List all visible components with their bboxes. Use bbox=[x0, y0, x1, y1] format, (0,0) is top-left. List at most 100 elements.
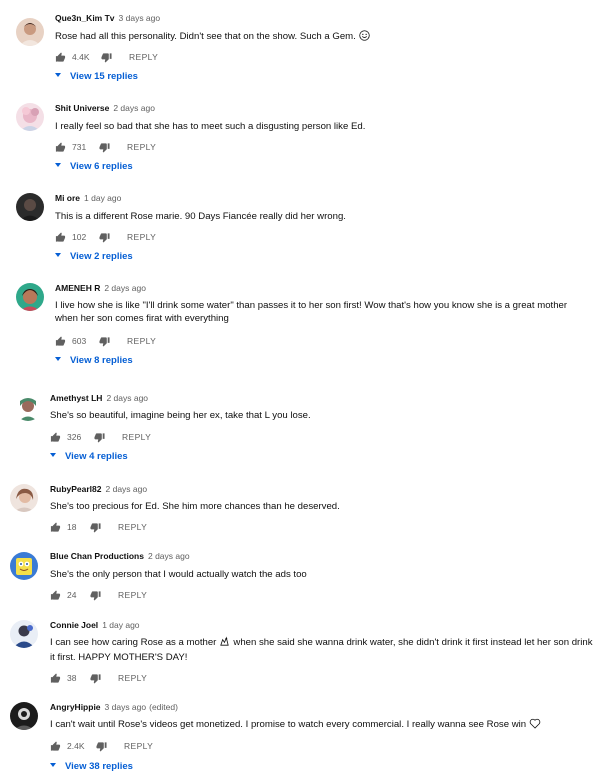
like-icon[interactable] bbox=[50, 522, 61, 533]
like-count: 603 bbox=[72, 336, 87, 346]
timestamp[interactable]: 1 day ago bbox=[102, 620, 139, 630]
view-replies-label: View 6 replies bbox=[70, 161, 133, 172]
like-count: 4.4K bbox=[72, 52, 90, 62]
like-count: 38 bbox=[67, 673, 77, 683]
comment-header: Mi ore 1 day ago bbox=[55, 193, 121, 204]
comment-text-part: I can see how caring Rose as a mother bbox=[50, 637, 217, 648]
timestamp[interactable]: 1 day ago bbox=[84, 193, 121, 203]
dislike-icon[interactable] bbox=[90, 522, 101, 533]
view-replies-label: View 38 replies bbox=[65, 761, 133, 772]
heart-outline-icon bbox=[529, 718, 541, 733]
dislike-icon[interactable] bbox=[96, 741, 107, 752]
author-name[interactable]: Que3n_Kim Tv bbox=[55, 13, 115, 23]
comment-text-body: I can't wait until Rose's videos get mon… bbox=[50, 719, 527, 730]
dislike-icon[interactable] bbox=[90, 673, 101, 684]
dislike-icon[interactable] bbox=[99, 142, 110, 153]
like-icon[interactable] bbox=[55, 232, 66, 243]
comment-text: I really feel so bad that she has to mee… bbox=[55, 121, 366, 132]
like-icon[interactable] bbox=[50, 741, 61, 752]
view-replies-button[interactable]: View 38 replies bbox=[50, 761, 133, 773]
dislike-icon[interactable] bbox=[99, 232, 110, 243]
comment-header: AMENEH R 2 days ago bbox=[55, 283, 146, 294]
timestamp[interactable]: 2 days ago bbox=[106, 484, 148, 494]
like-icon[interactable] bbox=[55, 142, 66, 153]
like-icon[interactable] bbox=[50, 590, 61, 601]
author-name[interactable]: RubyPearl82 bbox=[50, 484, 102, 494]
comment-header: Shit Universe 2 days ago bbox=[55, 103, 155, 114]
author-name[interactable]: Amethyst LH bbox=[50, 393, 102, 403]
dislike-icon[interactable] bbox=[101, 52, 112, 63]
timestamp[interactable]: 3 days ago bbox=[105, 702, 147, 712]
avatar[interactable] bbox=[16, 193, 44, 221]
author-name[interactable]: AMENEH R bbox=[55, 283, 100, 293]
like-icon[interactable] bbox=[50, 432, 61, 443]
caret-down-icon bbox=[50, 453, 56, 457]
avatar[interactable] bbox=[10, 702, 38, 730]
hands-emoji-icon bbox=[219, 636, 230, 651]
avatar[interactable] bbox=[16, 283, 44, 311]
dislike-icon[interactable] bbox=[94, 432, 105, 443]
reply-button[interactable]: REPLY bbox=[129, 52, 158, 63]
like-count: 18 bbox=[67, 522, 77, 532]
comment-header: Amethyst LH 2 days ago bbox=[50, 393, 148, 404]
author-name[interactable]: Connie Joel bbox=[50, 620, 98, 630]
reply-button[interactable]: REPLY bbox=[118, 590, 147, 601]
comment-header: Connie Joel 1 day ago bbox=[50, 620, 140, 631]
like-count: 731 bbox=[72, 142, 87, 152]
comment-text: She's the only person that I would actua… bbox=[50, 569, 307, 580]
comment-text: Rose had all this personality. Didn't se… bbox=[55, 30, 595, 45]
view-replies-button[interactable]: View 4 replies bbox=[50, 451, 128, 463]
avatar[interactable] bbox=[10, 552, 38, 580]
caret-down-icon bbox=[55, 357, 61, 361]
reply-button[interactable]: REPLY bbox=[118, 673, 147, 684]
author-name[interactable]: Mi ore bbox=[55, 193, 80, 203]
view-replies-label: View 4 replies bbox=[65, 451, 128, 462]
like-icon[interactable] bbox=[55, 336, 66, 347]
edited-label: (edited) bbox=[149, 702, 178, 712]
like-count: 326 bbox=[67, 432, 82, 442]
like-icon[interactable] bbox=[50, 673, 61, 684]
reply-button[interactable]: REPLY bbox=[127, 232, 156, 243]
reply-button[interactable]: REPLY bbox=[118, 522, 147, 533]
comment-text: She's too precious for Ed. She him more … bbox=[50, 501, 340, 512]
view-replies-button[interactable]: View 8 replies bbox=[55, 355, 133, 367]
author-name[interactable]: Shit Universe bbox=[55, 103, 109, 113]
comment-text: This is a different Rose marie. 90 Days … bbox=[55, 211, 346, 222]
timestamp[interactable]: 2 days ago bbox=[106, 393, 148, 403]
timestamp[interactable]: 2 days ago bbox=[113, 103, 155, 113]
comment-header: Blue Chan Productions 2 days ago bbox=[50, 551, 190, 562]
view-replies-label: View 8 replies bbox=[70, 355, 133, 366]
author-name[interactable]: Blue Chan Productions bbox=[50, 551, 144, 561]
avatar[interactable] bbox=[16, 18, 44, 46]
avatar[interactable] bbox=[14, 393, 42, 421]
reply-button[interactable]: REPLY bbox=[122, 432, 151, 443]
reply-button[interactable]: REPLY bbox=[127, 142, 156, 153]
view-replies-button[interactable]: View 15 replies bbox=[55, 71, 138, 83]
view-replies-label: View 15 replies bbox=[70, 71, 138, 82]
like-count: 24 bbox=[67, 590, 77, 600]
comment-text: She's so beautiful, imagine being her ex… bbox=[50, 410, 311, 421]
comment-header: RubyPearl82 2 days ago bbox=[50, 484, 147, 495]
reply-button[interactable]: REPLY bbox=[124, 741, 153, 752]
reply-button[interactable]: REPLY bbox=[127, 336, 156, 347]
avatar[interactable] bbox=[16, 103, 44, 131]
like-count: 102 bbox=[72, 232, 87, 242]
timestamp[interactable]: 3 days ago bbox=[119, 13, 161, 23]
like-icon[interactable] bbox=[55, 52, 66, 63]
timestamp[interactable]: 2 days ago bbox=[104, 283, 146, 293]
dislike-icon[interactable] bbox=[99, 336, 110, 347]
avatar[interactable] bbox=[10, 620, 38, 648]
caret-down-icon bbox=[55, 73, 61, 77]
caret-down-icon bbox=[50, 763, 56, 767]
comment-header: AngryHippie 3 days ago (edited) bbox=[50, 702, 178, 713]
comment-header: Que3n_Kim Tv 3 days ago bbox=[55, 13, 160, 24]
timestamp[interactable]: 2 days ago bbox=[148, 551, 190, 561]
view-replies-button[interactable]: View 6 replies bbox=[55, 161, 133, 173]
avatar[interactable] bbox=[10, 484, 38, 512]
dislike-icon[interactable] bbox=[90, 590, 101, 601]
comment-text-body: Rose had all this personality. Didn't se… bbox=[55, 31, 356, 42]
caret-down-icon bbox=[55, 253, 61, 257]
comment-text: I live how she is like "I'll drink some … bbox=[55, 300, 568, 324]
author-name[interactable]: AngryHippie bbox=[50, 702, 101, 712]
view-replies-button[interactable]: View 2 replies bbox=[55, 251, 133, 263]
